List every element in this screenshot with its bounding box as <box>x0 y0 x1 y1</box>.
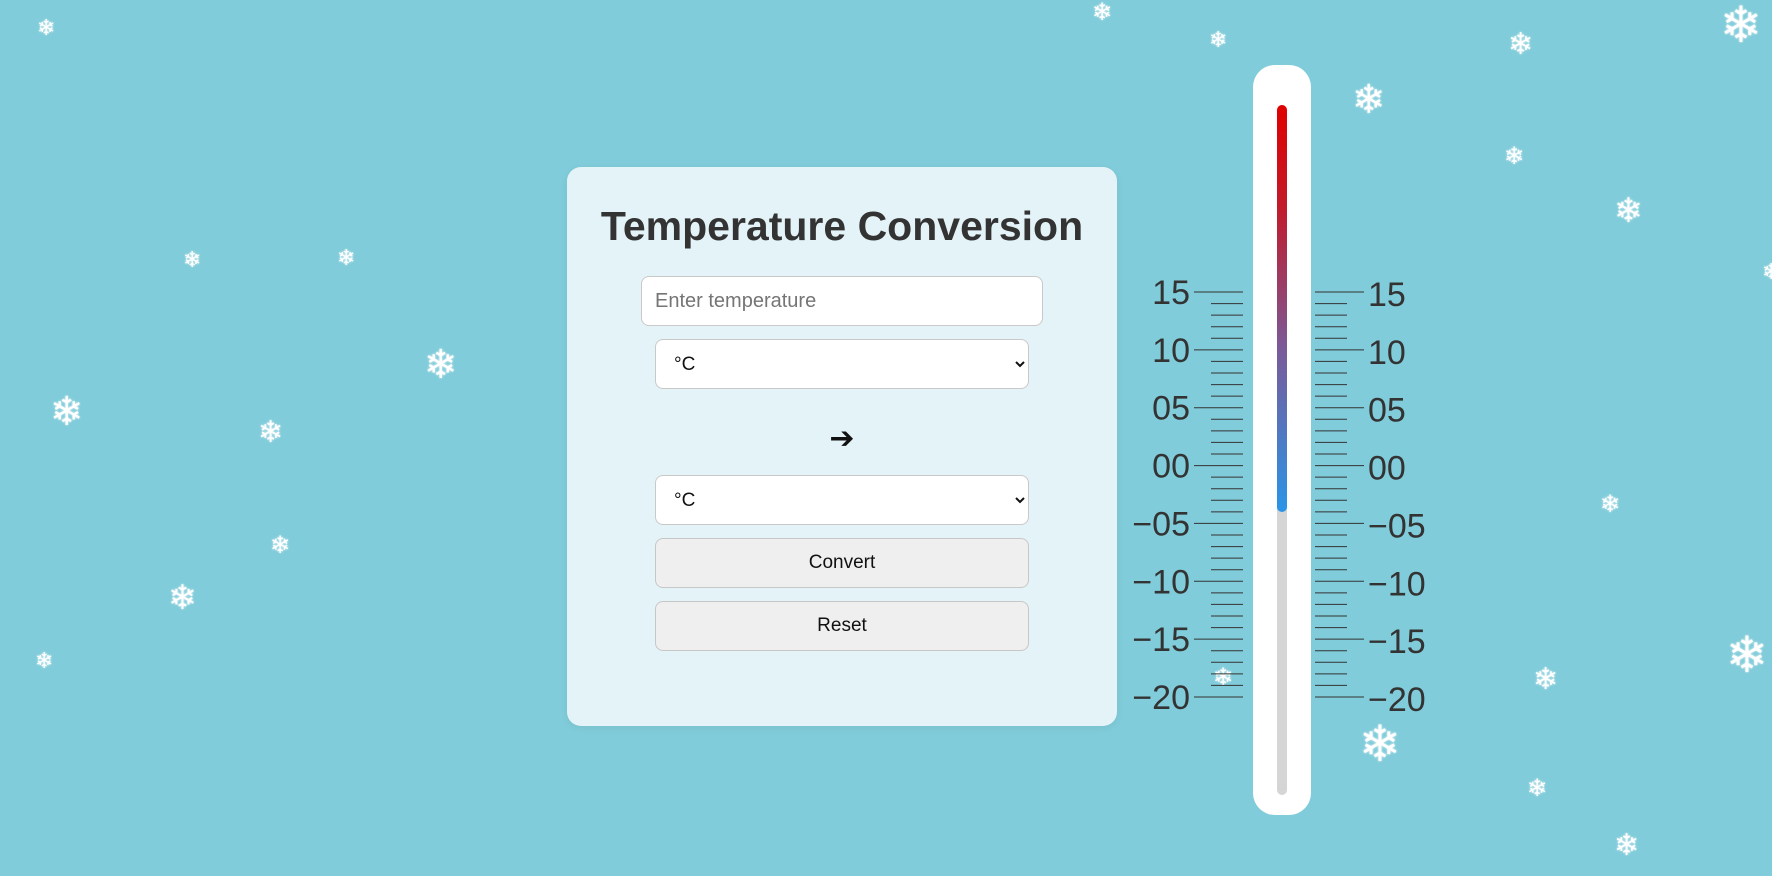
thermometer: 15 15 10 10 05 05 00 00 −05 −05 −10 −10 −15 −15 −20 −20 <box>1110 60 1450 840</box>
scale-label-right: −05 <box>1368 507 1426 545</box>
temperature-input[interactable] <box>641 276 1043 326</box>
snowflake-icon: ❄ <box>50 389 84 435</box>
scale-label-right: −15 <box>1368 623 1426 661</box>
scale-label-right: −10 <box>1368 565 1426 603</box>
scale-label-right: 10 <box>1368 334 1406 372</box>
snowflake-icon: ❄ <box>337 246 356 271</box>
scale-label-left: −20 <box>1132 679 1190 717</box>
snowflake-icon: ❄ <box>1508 27 1534 62</box>
scale-label-left: 00 <box>1152 448 1190 486</box>
snowflake-icon: ❄ <box>183 248 202 273</box>
snowflake-icon: ❄ <box>168 578 197 618</box>
snowflake-icon: ❄ <box>258 415 284 450</box>
snowflake-icon: ❄ <box>1504 142 1525 170</box>
snowflake-icon: ❄ <box>1614 191 1643 231</box>
to-unit-select[interactable]: °C <box>655 475 1029 525</box>
snowflake-icon: ❄ <box>1527 774 1548 802</box>
scale-label-right: 00 <box>1368 450 1406 488</box>
thermometer-tube <box>1253 65 1311 815</box>
snowflake-icon: ❄ <box>37 16 56 41</box>
page-title: Temperature Conversion <box>600 203 1084 249</box>
snowflake-icon: ❄ <box>424 342 458 388</box>
snowflake-icon: ❄ <box>1762 260 1772 285</box>
scale-label-left: 10 <box>1152 332 1190 370</box>
convert-button[interactable]: Convert <box>655 538 1029 588</box>
snowflake-icon: ❄ <box>270 531 291 559</box>
scale-label-left: −10 <box>1132 563 1190 601</box>
scale-label-left: 05 <box>1152 390 1190 428</box>
snowflake-icon: ❄ <box>1533 662 1559 697</box>
scale-label-right: 05 <box>1368 392 1406 430</box>
scale-label-left: −05 <box>1132 505 1190 543</box>
conversion-card: Temperature Conversion °C ➔ °C Convert R… <box>567 167 1117 726</box>
snowflake-icon: ❄ <box>1720 0 1762 54</box>
scale-label-left: 15 <box>1152 274 1190 312</box>
snowflake-icon: ❄ <box>1092 0 1113 26</box>
snowflake-icon: ❄ <box>1209 28 1228 53</box>
scale-label-right: 15 <box>1368 276 1406 314</box>
arrow-right-icon: ➔ <box>829 421 855 456</box>
reset-button[interactable]: Reset <box>655 601 1029 651</box>
scale-label-right: −20 <box>1368 681 1426 719</box>
snowflake-icon: ❄ <box>1600 490 1621 518</box>
scale-label-left: −15 <box>1132 621 1190 659</box>
mercury-column <box>1277 105 1287 512</box>
from-unit-select[interactable]: °C <box>655 339 1029 389</box>
snowflake-icon: ❄ <box>35 649 54 674</box>
snowflake-icon: ❄ <box>1614 828 1640 863</box>
snowflake-icon: ❄ <box>1726 626 1768 684</box>
